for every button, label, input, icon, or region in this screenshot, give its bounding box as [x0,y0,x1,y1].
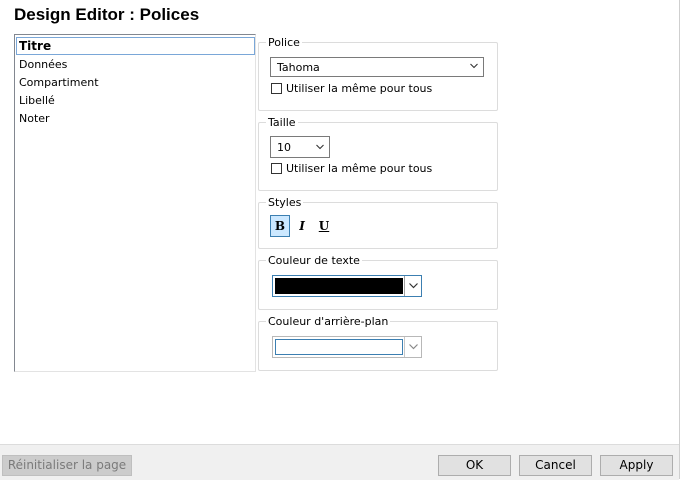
underline-button[interactable]: U [314,215,334,237]
list-item-libelle[interactable]: Libellé [18,93,55,109]
taille-same-for-all-checkbox[interactable] [271,163,282,174]
text-color-group-label: Couleur de texte [266,254,362,267]
page-title: Design Editor : Polices [14,5,200,24]
apply-button[interactable]: Apply [600,455,673,476]
font-size-value: 10 [277,141,291,154]
police-same-for-all-checkbox[interactable] [271,83,282,94]
chevron-down-icon [316,144,324,150]
list-item-donnees[interactable]: Données [18,57,67,73]
taille-group-label: Taille [266,116,298,129]
bold-button[interactable]: B [270,215,290,237]
chevron-down-icon [408,344,418,350]
text-color-picker[interactable] [272,275,422,297]
font-family-value: Tahoma [277,61,320,74]
italic-button[interactable]: I [292,215,312,237]
reset-page-button[interactable]: Réinitialiser la page [2,455,132,476]
list-item-compartiment[interactable]: Compartiment [18,75,99,91]
element-list[interactable]: Titre Données Compartiment Libellé Noter [14,34,256,372]
cancel-button[interactable]: Cancel [519,455,592,476]
list-item-noter[interactable]: Noter [18,111,50,127]
bg-color-picker[interactable] [272,336,422,358]
text-color-dropdown-button[interactable] [404,276,421,296]
taille-same-for-all-label: Utiliser la même pour tous [286,162,433,175]
ok-button[interactable]: OK [438,455,511,476]
text-color-swatch [275,278,403,294]
bg-color-group-label: Couleur d'arrière-plan [266,315,391,328]
styles-group-label: Styles [266,196,304,209]
bg-color-swatch [275,339,403,355]
police-group-label: Police [266,36,302,49]
list-item-titre[interactable]: Titre [16,37,255,55]
font-size-select[interactable]: 10 [270,136,330,158]
chevron-down-icon [470,63,478,69]
chevron-down-icon [408,283,418,289]
font-family-select[interactable]: Tahoma [270,57,484,77]
police-same-for-all-label: Utiliser la même pour tous [286,82,433,95]
bg-color-dropdown-button[interactable] [404,337,421,357]
